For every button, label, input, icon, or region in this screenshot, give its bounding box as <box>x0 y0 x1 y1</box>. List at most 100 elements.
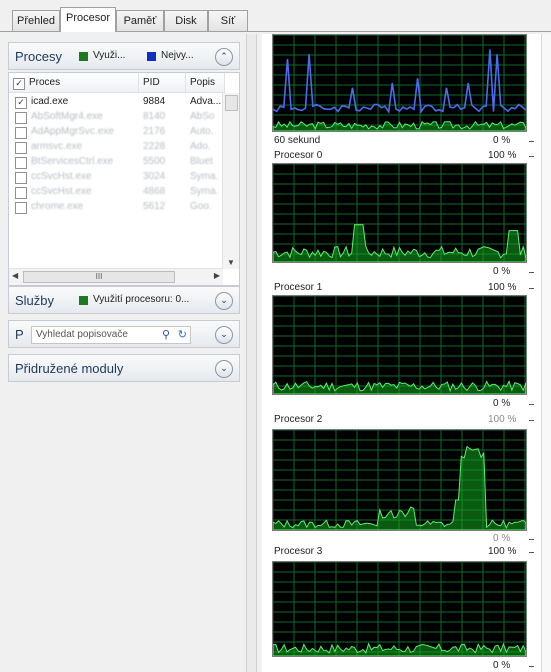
tab-bar: Přehled Procesor Paměť Disk Síť <box>0 0 551 34</box>
table-row[interactable]: BtServicesCtrl.exe 5500 Bluet <box>9 155 223 170</box>
row-checkbox[interactable] <box>15 172 27 184</box>
scroll-thumb[interactable]: III <box>23 271 175 283</box>
cpu-graph-title: Procesor 1 <box>274 282 323 293</box>
process-pid: 2228 <box>143 141 166 152</box>
handles-title: P <box>15 327 24 342</box>
services-legend-swatch <box>79 296 88 305</box>
tab-prehled[interactable]: Přehled <box>12 10 60 31</box>
cpu2-chart <box>272 429 527 531</box>
chevron-down-icon[interactable]: ⌄ <box>215 326 233 344</box>
row-checkbox[interactable] <box>15 157 27 169</box>
pane-splitter[interactable] <box>246 34 257 672</box>
axis-tick <box>529 404 534 405</box>
axis-tick <box>529 141 534 142</box>
axis-tick <box>529 420 534 421</box>
total-cpu-chart <box>272 34 527 132</box>
total-cpu-graph <box>272 34 527 132</box>
chevron-up-icon[interactable]: ⌃ <box>215 48 233 66</box>
select-all-checkbox[interactable]: ✓ <box>13 78 25 90</box>
column-label: Popis <box>190 77 216 88</box>
refresh-icon[interactable]: ↻ <box>178 328 187 341</box>
process-name: chrome.exe <box>31 201 84 212</box>
process-description: Ado. <box>190 141 211 152</box>
modules-header[interactable]: Přidružené moduly ⌄ <box>8 354 240 382</box>
tab-label: Paměť <box>123 15 157 27</box>
scroll-right-arrow-icon[interactable]: ▶ <box>214 271 220 280</box>
table-row[interactable]: ✓ icad.exe 9884 Adva... <box>9 95 223 110</box>
row-checkbox[interactable]: ✓ <box>15 97 27 109</box>
chevron-down-icon[interactable]: ⌄ <box>215 292 233 310</box>
axis-tick <box>529 272 534 273</box>
row-checkbox[interactable] <box>15 187 27 199</box>
axis-tick <box>529 288 534 289</box>
process-name: ccSvcHst.exe <box>31 186 92 197</box>
table-row[interactable]: ccSvcHst.exe 3024 Syma. <box>9 170 223 185</box>
tab-label: Procesor <box>65 12 111 24</box>
min-percent-label: 0 % <box>493 660 511 671</box>
process-description: Syma. <box>190 171 219 182</box>
process-name: armsvc.exe <box>31 141 83 152</box>
process-pid: 8140 <box>143 111 166 122</box>
process-description: Auto. <box>190 126 214 137</box>
usage-area <box>272 120 527 132</box>
handle-search-field[interactable]: Vyhledat popisovače ⚲ ↻ <box>31 326 191 344</box>
max-percent-label: 100 % <box>488 282 517 293</box>
process-description: AbSo <box>190 111 215 122</box>
search-input[interactable]: Vyhledat popisovače <box>36 329 128 340</box>
axis-tick <box>529 552 534 553</box>
process-description: Bluet <box>190 156 213 167</box>
legend-max-swatch <box>147 52 156 61</box>
column-header-description[interactable]: Popis <box>186 73 225 93</box>
processes-header[interactable]: Procesy Využi... Nejvy... ⌃ <box>8 42 240 70</box>
processes-title: Procesy <box>15 49 62 64</box>
process-description: Syma. <box>190 186 219 197</box>
table-row[interactable]: armsvc.exe 2228 Ado. <box>9 140 223 155</box>
process-pid: 5612 <box>143 201 166 212</box>
usage-area <box>272 380 527 395</box>
table-row[interactable]: AdAppMgrSvc.exe 2176 Auto. <box>9 125 223 140</box>
process-table: ✓ Proces PID Popis ✓ icad.exe 9884 Adva... A… <box>8 72 240 286</box>
cpu1-chart <box>272 295 527 395</box>
process-name: AdAppMgrSvc.exe <box>31 126 114 137</box>
vertical-scrollbar[interactable]: ▼ <box>222 93 239 269</box>
legend-usage-label: Využi... <box>93 50 126 61</box>
cpu3-graph <box>272 561 527 657</box>
column-label: PID <box>143 77 160 88</box>
row-checkbox[interactable] <box>15 202 27 214</box>
tab-pamet[interactable]: Paměť <box>116 10 164 31</box>
table-row[interactable]: chrome.exe 5612 Goo. <box>9 200 223 215</box>
row-checkbox[interactable] <box>15 142 27 154</box>
cpu-graph-title: Procesor 0 <box>274 150 323 161</box>
services-legend-label: Využití procesoru: 0... <box>93 294 190 305</box>
scroll-down-arrow-icon[interactable]: ▼ <box>227 258 235 267</box>
horizontal-scrollbar[interactable]: ◀ III ▶ <box>9 268 223 285</box>
table-row[interactable]: ccSvcHst.exe 4868 Syma. <box>9 185 223 200</box>
tab-procesor[interactable]: Procesor <box>60 7 116 32</box>
process-name: icad.exe <box>31 96 69 107</box>
cpu1-graph <box>272 295 527 395</box>
handles-header[interactable]: P Vyhledat popisovače ⚲ ↻ ⌄ <box>8 320 240 348</box>
column-header-process[interactable]: ✓ Proces <box>9 73 139 93</box>
cpu2-graph <box>272 429 527 531</box>
row-checkbox[interactable] <box>15 127 27 139</box>
right-edge-pane <box>541 34 551 672</box>
process-pid: 9884 <box>143 96 166 107</box>
legend-usage-swatch <box>79 52 88 61</box>
axis-tick <box>529 539 534 540</box>
tab-disk[interactable]: Disk <box>164 10 208 31</box>
scroll-left-arrow-icon[interactable]: ◀ <box>12 271 18 280</box>
process-name: BtServicesCtrl.exe <box>31 156 114 167</box>
tab-sit[interactable]: Síť <box>208 10 248 31</box>
column-header-pid[interactable]: PID <box>139 73 186 93</box>
cpu-graph-title: Procesor 2 <box>274 414 323 425</box>
table-row[interactable]: AbSoftMgr4.exe 8140 AbSo <box>9 110 223 125</box>
min-percent-label: 0 % <box>493 266 511 277</box>
search-icon[interactable]: ⚲ <box>162 328 170 341</box>
row-checkbox[interactable] <box>15 112 27 124</box>
chevron-down-icon[interactable]: ⌄ <box>215 360 233 378</box>
scroll-thumb[interactable] <box>225 95 238 111</box>
cpu0-chart <box>272 163 527 263</box>
cpu3-chart <box>272 561 527 657</box>
services-title: Služby <box>15 293 55 308</box>
services-header[interactable]: Služby Využití procesoru: 0... ⌄ <box>8 286 240 314</box>
